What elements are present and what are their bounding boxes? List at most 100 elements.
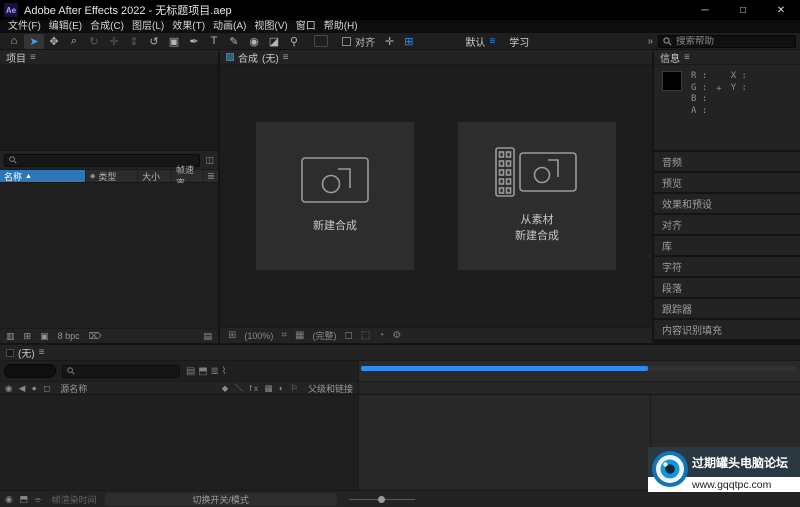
source-name-column[interactable]: 源名称 xyxy=(60,382,87,395)
menu-effect[interactable]: 效果(T) xyxy=(168,20,209,33)
brush-tool-icon[interactable]: ✎ xyxy=(224,34,244,49)
toolbar-overflow-icon[interactable]: » xyxy=(647,36,653,47)
menu-view[interactable]: 视图(V) xyxy=(250,20,291,33)
sidebar-panel-character[interactable]: 字符 xyxy=(654,257,800,276)
resolution-dropdown[interactable]: (完整) xyxy=(313,329,337,342)
safe-margins-icon[interactable]: ⌗ xyxy=(281,330,287,341)
flowchart-icon[interactable]: ▤ xyxy=(203,331,212,342)
info-panel: 信息 ≡ R : G : B : A : + X : Y : xyxy=(654,50,800,150)
sidebar-panel-paragraph[interactable]: 段落 xyxy=(654,278,800,297)
column-type-label: 类型 xyxy=(98,170,116,183)
clone-stamp-tool-icon[interactable]: ◉ xyxy=(244,34,264,49)
timeline-panel-menu-icon[interactable]: ≡ xyxy=(39,347,45,358)
puppet-tool-icon[interactable]: ⚲ xyxy=(284,34,304,49)
menu-composition[interactable]: 合成(C) xyxy=(86,20,128,33)
timeline-zoom-slider[interactable] xyxy=(349,496,415,503)
layer-list-area[interactable] xyxy=(0,395,358,490)
current-time-field[interactable] xyxy=(4,364,56,378)
menu-help[interactable]: 帮助(H) xyxy=(320,20,362,33)
sidebar-panel-align[interactable]: 对齐 xyxy=(654,215,800,234)
hand-tool-icon[interactable]: ✥ xyxy=(44,34,64,49)
toggle-switches-modes-button[interactable]: 切换开关/模式 xyxy=(105,493,337,506)
timeline-search-input[interactable] xyxy=(78,366,175,376)
sidebar-panel-preview[interactable]: 预览 xyxy=(654,173,800,192)
project-item-list[interactable] xyxy=(0,183,218,328)
help-search-box[interactable] xyxy=(658,35,796,48)
menu-file[interactable]: 文件(F) xyxy=(4,20,45,33)
region-of-interest-icon[interactable]: ⬚ xyxy=(361,330,370,341)
camera-tool-icon[interactable]: ▣ xyxy=(164,34,184,49)
timeline-scrollbar[interactable] xyxy=(361,366,648,371)
delete-item-icon[interactable]: ⌦ xyxy=(89,331,102,342)
timeline-footer-icons[interactable]: ◉ ⬒ ⌯ xyxy=(5,494,44,505)
info-content: R : G : B : A : + X : Y : xyxy=(654,65,800,150)
text-tool-icon[interactable]: T xyxy=(204,34,224,49)
menu-layer[interactable]: 图层(L) xyxy=(128,20,168,33)
timeline-controls-left: ▤ ⬒ ≣ ⌇ xyxy=(0,361,358,381)
project-tab[interactable]: 项目 ≡ xyxy=(0,50,218,65)
orbit-camera-tool-icon[interactable]: ↻ xyxy=(84,34,104,49)
rotation-tool-icon[interactable]: ↺ xyxy=(144,34,164,49)
exposure-icon[interactable]: ◔ xyxy=(378,330,384,341)
av-feature-icons: ◉ ◀ ● ◻ xyxy=(5,383,52,394)
new-folder-icon[interactable]: ⊞ xyxy=(24,331,32,342)
align-checkbox[interactable] xyxy=(342,37,351,46)
sidebar-panel-audio[interactable]: 音频 xyxy=(654,152,800,171)
sidebar-panel-tracker[interactable]: 跟踪器 xyxy=(654,299,800,318)
column-type[interactable]: ◆ 类型 xyxy=(86,170,138,182)
info-panel-menu-icon[interactable]: ≡ xyxy=(684,52,690,63)
composition-tab[interactable]: 合成 (无) ≡ xyxy=(220,50,652,65)
workspace-switcher[interactable]: 默认 ≡ xyxy=(465,34,495,49)
project-search-input[interactable] xyxy=(20,155,195,165)
project-panel-menu-icon[interactable]: ≡ xyxy=(30,52,36,63)
zoom-tool-icon[interactable]: ⌕ xyxy=(64,34,84,49)
sidebar-panel-content-aware-fill[interactable]: 内容识别填充 xyxy=(654,320,800,339)
interpret-footage-icon[interactable]: ▥ xyxy=(6,331,15,342)
column-size[interactable]: 大小 xyxy=(138,170,172,182)
sidebar-panel-effects-presets[interactable]: 效果和预设 xyxy=(654,194,800,213)
maximize-button[interactable]: □ xyxy=(724,0,762,20)
project-filter-icon[interactable]: ◫ xyxy=(205,155,214,166)
camera-settings-icon[interactable]: ⚙ xyxy=(392,330,401,341)
new-composition-button[interactable]: 新建合成 xyxy=(256,122,414,270)
close-button[interactable]: ✕ xyxy=(762,0,800,20)
pan-camera-tool-icon[interactable]: ✛ xyxy=(104,34,124,49)
app-icon[interactable]: Ae xyxy=(4,3,18,17)
timeline-tab[interactable]: (无) ≡ xyxy=(0,345,800,361)
timeline-ruler[interactable] xyxy=(358,382,800,394)
pen-tool-icon[interactable]: ✒ xyxy=(184,34,204,49)
column-frame-rate[interactable]: 帧速率 xyxy=(172,170,204,182)
selection-tool-icon[interactable]: ➤ xyxy=(24,34,44,49)
timeline-scroll-track[interactable] xyxy=(361,366,796,371)
workspace-menu-icon[interactable]: ≡ xyxy=(489,36,495,47)
dolly-camera-tool-icon[interactable]: ⇕ xyxy=(124,34,144,49)
color-depth-button[interactable]: 8 bpc xyxy=(58,331,80,341)
magnification-dropdown[interactable]: (100%) xyxy=(244,331,273,341)
parent-link-column[interactable]: 父级和链接 xyxy=(308,382,353,395)
new-composition-icon[interactable]: ▣ xyxy=(40,331,49,342)
columns-menu-icon[interactable]: ≣ xyxy=(204,170,218,182)
home-tool-icon[interactable]: ⌂ xyxy=(4,34,24,49)
new-composition-from-footage-button[interactable]: 从素材 新建合成 xyxy=(458,122,616,270)
new-composition-from-footage-label: 从素材 新建合成 xyxy=(515,213,559,245)
menu-window[interactable]: 窗口 xyxy=(292,20,320,33)
grid-icon[interactable]: ⊞ xyxy=(404,35,413,48)
project-search-box[interactable] xyxy=(4,154,200,167)
column-name[interactable]: 名称 ▲ xyxy=(0,170,86,182)
minimize-button[interactable]: ─ xyxy=(686,0,724,20)
info-tab[interactable]: 信息 ≡ xyxy=(654,50,800,65)
snap-icon[interactable]: ✛ xyxy=(385,35,394,48)
snapshot-icon[interactable]: ⊞ xyxy=(228,330,236,341)
mask-visibility-icon[interactable]: ◻ xyxy=(345,330,353,341)
workspace-learn[interactable]: 学习 xyxy=(509,34,529,49)
help-search-input[interactable] xyxy=(676,36,791,47)
timeline-search-box[interactable] xyxy=(62,365,180,378)
menu-edit[interactable]: 编辑(E) xyxy=(45,20,86,33)
sidebar-panel-libraries[interactable]: 库 xyxy=(654,236,800,255)
eraser-tool-icon[interactable]: ◪ xyxy=(264,34,284,49)
transparency-grid-icon[interactable]: ▦ xyxy=(295,330,304,341)
timeline-view-option-icons[interactable]: ▤ ⬒ ≣ ⌇ xyxy=(186,366,227,377)
menu-animation[interactable]: 动画(A) xyxy=(209,20,250,33)
composition-panel-menu-icon[interactable]: ≡ xyxy=(283,52,289,63)
zoom-slider-thumb[interactable] xyxy=(378,496,385,503)
